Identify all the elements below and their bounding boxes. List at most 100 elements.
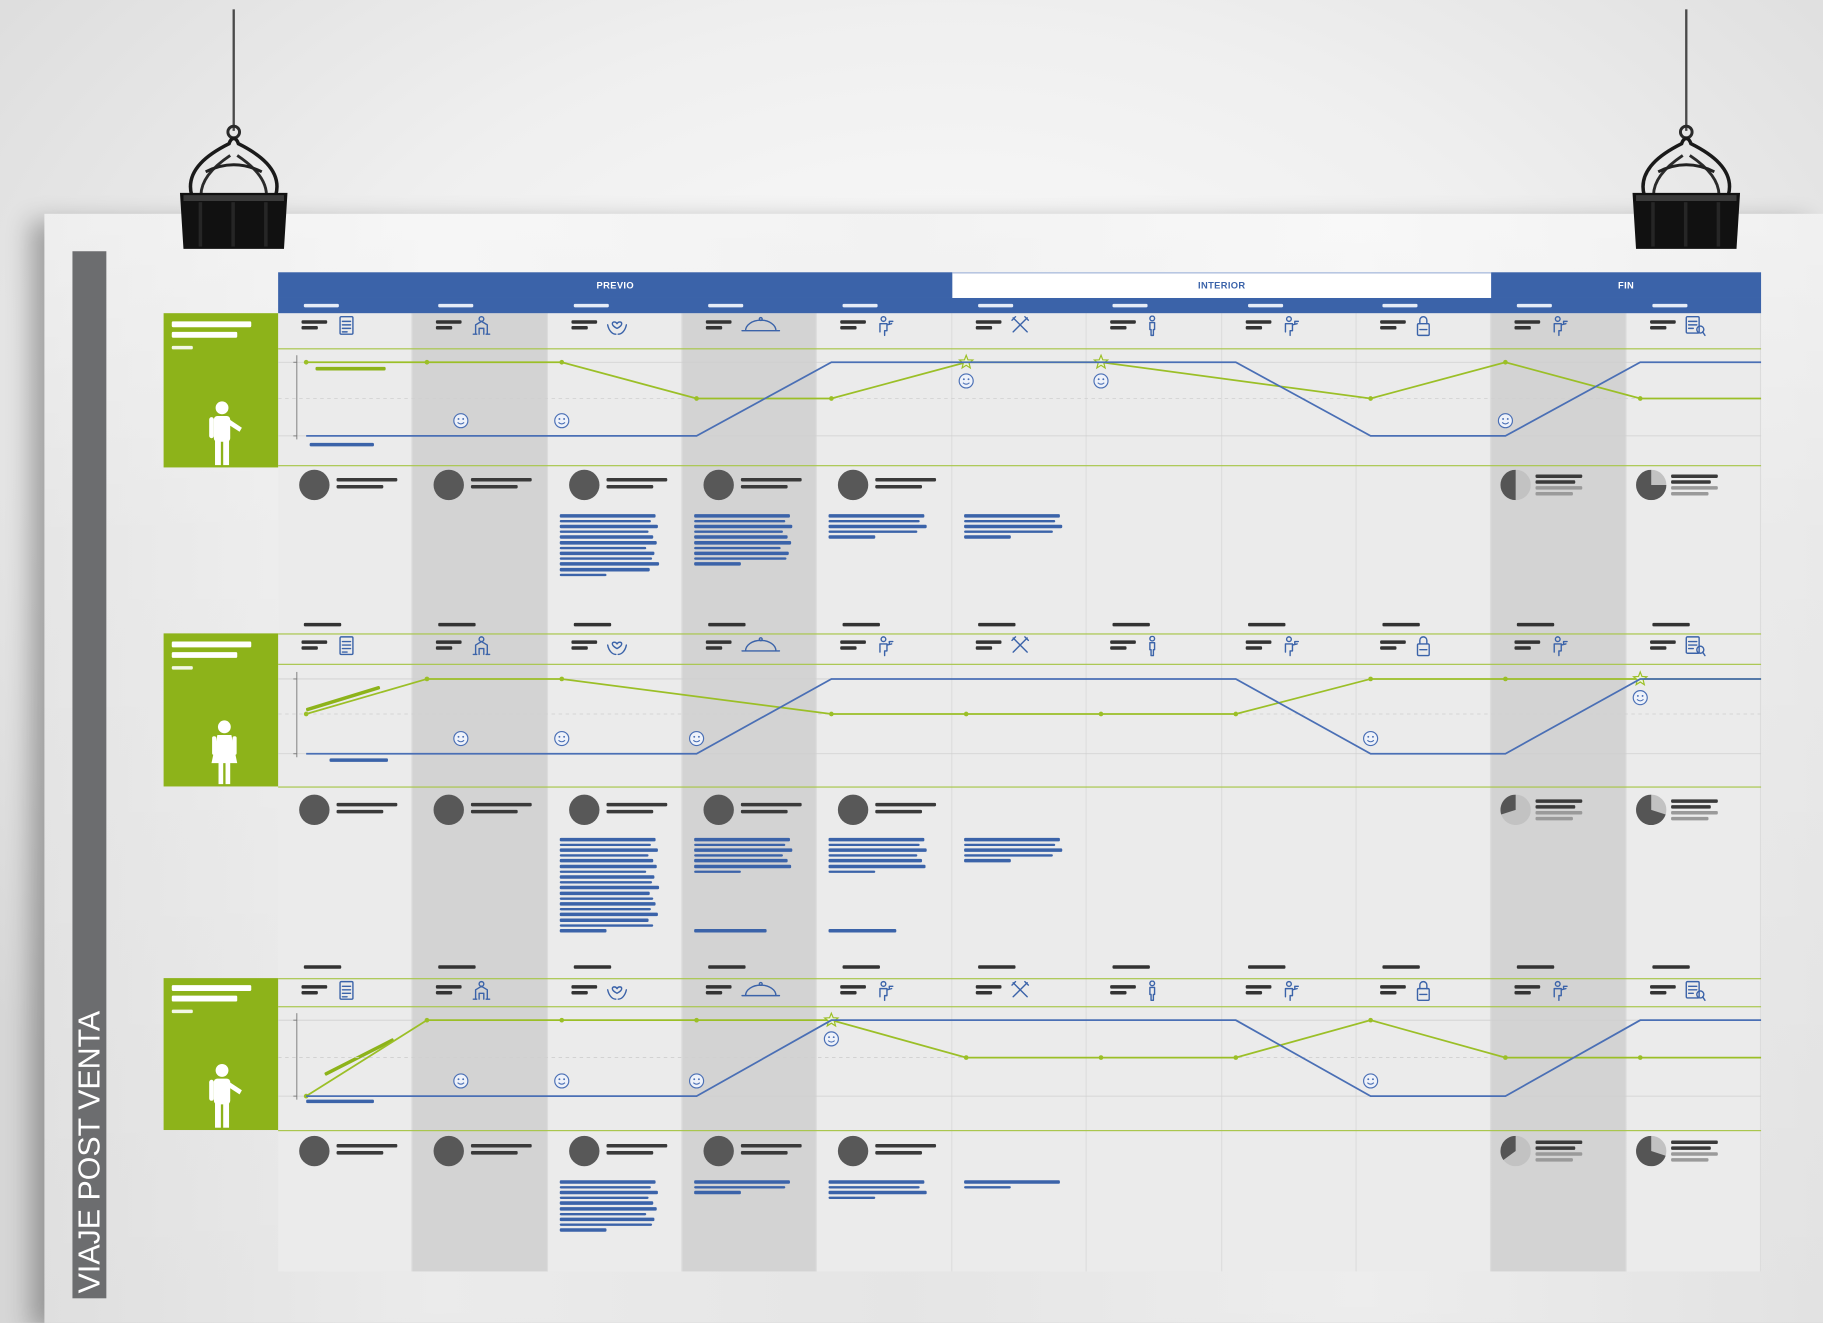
- pie-chart: [1500, 794, 1532, 826]
- illegible-text-line: [1649, 320, 1676, 324]
- illegible-text-line: [471, 484, 519, 489]
- row-divider: [278, 1006, 1762, 1008]
- illegible-text-line: [963, 519, 1055, 523]
- illegible-text-line: [559, 897, 653, 901]
- stage-indicator-circle: [299, 1135, 330, 1167]
- illegible-text-line: [694, 870, 741, 874]
- illegible-text-line: [301, 320, 328, 324]
- illegible-text-line: [963, 837, 1060, 841]
- illegible-text-line: [571, 640, 597, 644]
- illegible-text-line: [606, 477, 667, 482]
- illegible-text-line: [1247, 622, 1285, 627]
- stage-indicator-circle: [568, 1135, 600, 1167]
- illegible-text-line: [875, 802, 937, 807]
- illegible-text-line: [1670, 816, 1709, 821]
- illegible-text-line: [303, 622, 342, 627]
- illegible-text-line: [963, 843, 1055, 847]
- illegible-text-line: [1245, 985, 1271, 989]
- row-divider: [278, 465, 1762, 467]
- illegible-text-line: [705, 646, 723, 650]
- illegible-text-line: [336, 484, 384, 489]
- illegible-text-line: [1670, 474, 1718, 478]
- illegible-text-line: [336, 809, 384, 814]
- illegible-text-line: [694, 843, 786, 847]
- illegible-text-line: [963, 854, 1053, 858]
- bag-icon: [1416, 980, 1430, 1002]
- illegible-text-line: [436, 320, 463, 324]
- illegible-text-line: [694, 1185, 786, 1189]
- illegible-text-line: [471, 1144, 533, 1148]
- waiter-icon: [879, 636, 895, 657]
- illegible-text-line: [1649, 326, 1666, 330]
- illegible-text-line: [606, 809, 653, 814]
- illegible-text-line: [1535, 1152, 1583, 1156]
- illegible-text-line: [1514, 326, 1532, 330]
- illegible-text-line: [1514, 990, 1532, 995]
- pie-chart: [1635, 469, 1666, 501]
- illegible-text-line: [1535, 480, 1576, 484]
- illegible-text-line: [1535, 805, 1576, 809]
- host-icon: [472, 980, 491, 1000]
- illegible-text-line: [708, 622, 746, 627]
- illegible-text-line: [694, 1191, 741, 1195]
- illegible-text-line: [171, 652, 238, 658]
- illegible-text-line: [1112, 965, 1151, 969]
- row-divider: [278, 978, 1762, 980]
- waiter-icon: [1284, 315, 1299, 337]
- cloche-icon: [741, 981, 781, 997]
- illegible-text-line: [171, 995, 238, 1002]
- illegible-text-line: [694, 541, 792, 545]
- illegible-text-line: [694, 864, 792, 868]
- illegible-text-line: [606, 802, 667, 807]
- illegible-text-line: [694, 837, 791, 841]
- illegible-text-line: [1670, 491, 1709, 496]
- illegible-text-line: [829, 864, 927, 868]
- illegible-text-line: [336, 477, 398, 482]
- stage-indicator-circle: [433, 794, 465, 826]
- illegible-text-line: [436, 640, 463, 644]
- illegible-text-line: [975, 646, 992, 650]
- document-icon: [339, 980, 354, 1000]
- persona-card: [163, 633, 279, 787]
- illegible-text-line: [1535, 816, 1574, 821]
- illegible-text-line: [694, 535, 788, 539]
- illegible-text-line: [963, 859, 1011, 863]
- illegible-text-line: [571, 985, 597, 989]
- stage-indicator-circle: [703, 794, 734, 826]
- stage-indicator-circle: [838, 469, 869, 501]
- pie-slice: [1500, 469, 1516, 501]
- illegible-text-line: [705, 320, 732, 324]
- illegible-text-line: [559, 567, 650, 571]
- illegible-text-line: [1649, 646, 1666, 650]
- illegible-text-line: [559, 573, 607, 577]
- illegible-text-line: [1514, 646, 1532, 650]
- illegible-text-line: [963, 535, 1011, 539]
- illegible-text-line: [840, 985, 867, 989]
- person-icon: [1149, 980, 1156, 1002]
- illegible-text-line: [559, 886, 659, 890]
- stage-indicator-circle: [299, 469, 330, 501]
- illegible-text-line: [559, 837, 656, 841]
- illegible-text-line: [694, 524, 793, 528]
- illegible-text-line: [559, 541, 657, 545]
- illegible-text-line: [571, 320, 597, 324]
- illegible-text-line: [171, 345, 193, 350]
- illegible-text-line: [829, 519, 921, 523]
- illegible-text-line: [1670, 1146, 1711, 1150]
- illegible-text-line: [171, 985, 252, 991]
- waiter-icon: [1553, 636, 1569, 657]
- illegible-text-line: [694, 859, 788, 863]
- illegible-text-line: [573, 622, 611, 627]
- illegible-text-line: [1110, 990, 1127, 995]
- illegible-text-line: [694, 530, 784, 534]
- illegible-text-line: [694, 546, 781, 550]
- illegible-text-line: [963, 848, 1063, 852]
- illegible-text-line: [1535, 1146, 1576, 1150]
- illegible-text-line: [1514, 985, 1541, 989]
- illegible-text-line: [694, 562, 741, 566]
- illegible-text-line: [1112, 622, 1151, 627]
- illegible-text-line: [829, 929, 897, 933]
- illegible-text-line: [559, 1207, 657, 1211]
- stage-indicator-circle: [568, 794, 600, 826]
- illegible-text-line: [571, 646, 588, 650]
